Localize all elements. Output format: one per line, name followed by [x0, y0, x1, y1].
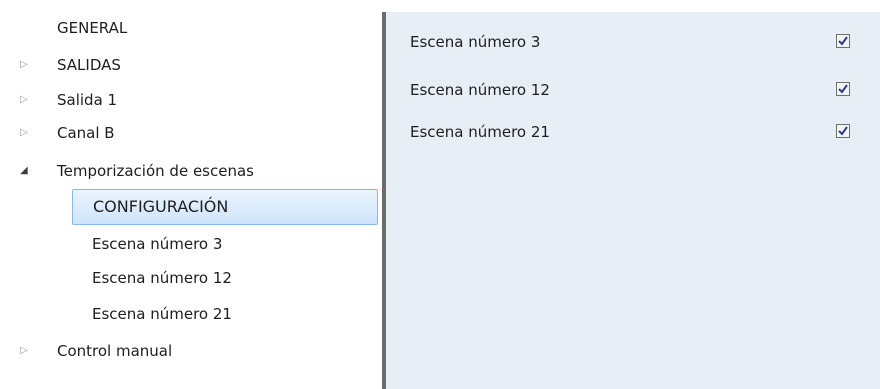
tree-item-label: Escena número 3 — [92, 235, 223, 253]
tree-item-label: SALIDAS — [57, 56, 121, 74]
tree-item-escena-21[interactable]: Escena número 21 — [0, 301, 382, 328]
tree-item-label: Salida 1 — [57, 91, 118, 109]
checkbox-escena-12[interactable] — [836, 82, 850, 96]
param-label-escena-12: Escena número 12 — [410, 81, 550, 99]
collapse-arrow-icon[interactable]: ◢ — [20, 166, 30, 176]
checkmark-icon — [838, 126, 848, 136]
expand-arrow-icon[interactable]: ▷ — [20, 128, 30, 138]
checkbox-escena-3[interactable] — [836, 34, 850, 48]
checkbox-escena-21[interactable] — [836, 124, 850, 138]
tree-item-canal-b[interactable]: ▷ Canal B — [0, 120, 382, 147]
tree-item-salida-1[interactable]: ▷ Salida 1 — [0, 87, 382, 114]
tree-item-control-manual[interactable]: ▷ Control manual — [0, 338, 382, 365]
tree-item-label: Temporización de escenas — [57, 162, 254, 180]
tree-item-label: Canal B — [57, 124, 115, 142]
tree-item-general[interactable]: GENERAL — [0, 15, 382, 42]
checkmark-icon — [838, 36, 848, 46]
tree-item-label: CONFIGURACIÓN — [93, 197, 229, 216]
tree-item-temporizacion-escenas[interactable]: ◢ Temporización de escenas — [0, 158, 382, 185]
tree-item-label: Control manual — [57, 342, 173, 360]
tree-item-escena-3[interactable]: Escena número 3 — [0, 231, 382, 258]
param-label-escena-3: Escena número 3 — [410, 33, 541, 51]
tree-item-configuracion[interactable]: CONFIGURACIÓN — [72, 189, 378, 225]
tree-item-label: Escena número 21 — [92, 305, 232, 323]
tree-item-label: GENERAL — [57, 19, 128, 37]
tree-item-label: Escena número 12 — [92, 269, 232, 287]
expand-arrow-icon[interactable]: ▷ — [20, 346, 30, 356]
tree-item-salidas[interactable]: ▷ SALIDAS — [0, 52, 382, 79]
navigation-tree: GENERAL ▷ SALIDAS ▷ Salida 1 ▷ Canal B ◢… — [0, 0, 382, 389]
param-label-escena-21: Escena número 21 — [410, 123, 550, 141]
checkmark-icon — [838, 84, 848, 94]
expand-arrow-icon[interactable]: ▷ — [20, 95, 30, 105]
parameters-panel — [386, 12, 880, 389]
expand-arrow-icon[interactable]: ▷ — [20, 60, 30, 70]
tree-item-escena-12[interactable]: Escena número 12 — [0, 265, 382, 292]
